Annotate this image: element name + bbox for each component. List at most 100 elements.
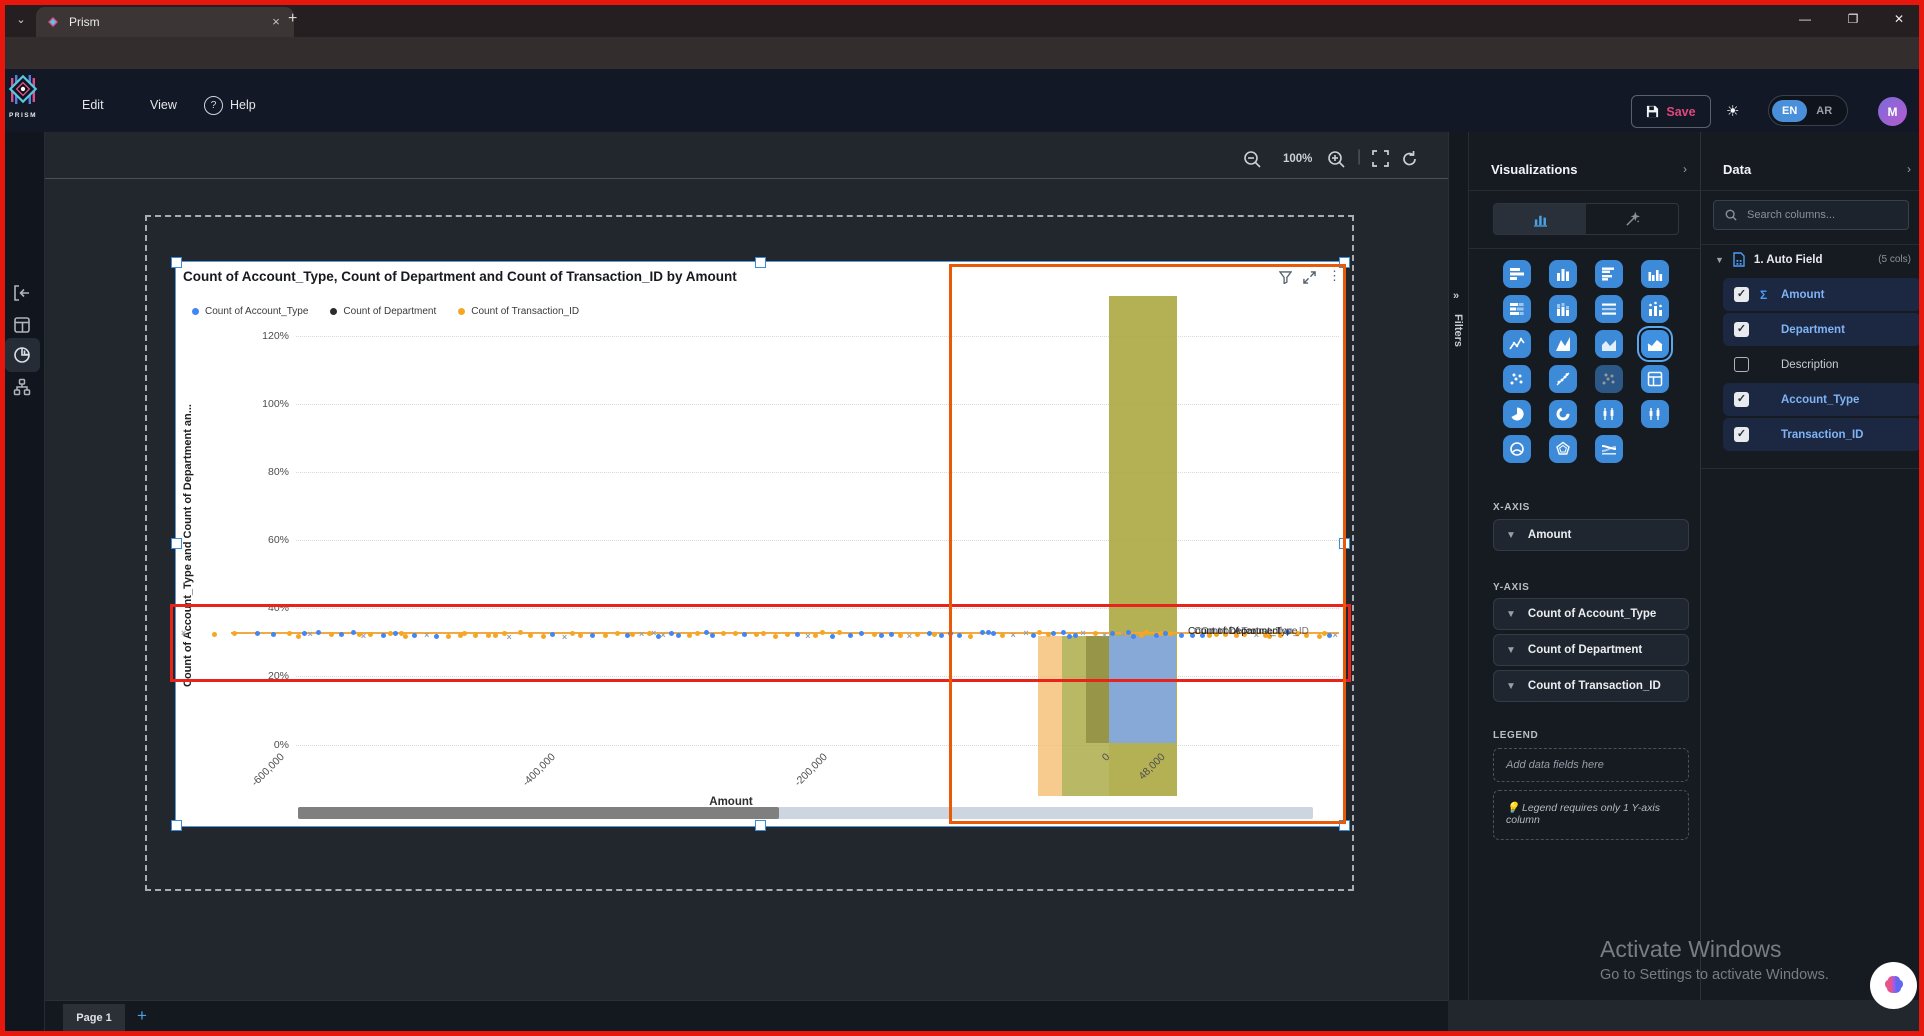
y-tick: 120% (262, 330, 289, 342)
table-matrix-icon[interactable] (1641, 365, 1669, 393)
expand-filters-icon[interactable]: » (1453, 290, 1459, 302)
scatter-plot-icon[interactable] (1503, 365, 1531, 393)
bar-vertical-stacked-icon[interactable] (1549, 295, 1577, 323)
resize-handle-n[interactable] (755, 257, 766, 268)
dashboard-layout-icon[interactable] (13, 316, 31, 334)
fit-screen-icon[interactable] (1372, 150, 1389, 167)
filters-label: Filters (1452, 314, 1464, 348)
bar-vertical-icon[interactable] (1549, 260, 1577, 288)
x-tick: -600,000 (248, 751, 287, 789)
collapse-visualizations-icon[interactable]: › (1683, 162, 1687, 176)
resize-handle-nw[interactable] (171, 257, 182, 268)
chevron-down-icon[interactable]: ▼ (1506, 645, 1516, 656)
chevron-down-icon[interactable]: ▼ (1506, 681, 1516, 692)
zoom-in-icon[interactable] (1327, 150, 1346, 169)
scatter-trend-icon[interactable] (1549, 365, 1577, 393)
radar-icon[interactable] (1549, 435, 1577, 463)
zoom-out-icon[interactable] (1243, 150, 1262, 169)
sankey-icon[interactable] (1595, 435, 1623, 463)
line-chart-icon[interactable] (1503, 330, 1531, 358)
chevron-down-icon[interactable]: ▼ (1506, 609, 1516, 620)
bar-vertical-grouped-icon[interactable] (1641, 260, 1669, 288)
bar-horizontal-stacked-icon[interactable] (1503, 295, 1531, 323)
field-row-transaction-id[interactable]: ✓ΣTransaction_ID (1723, 418, 1921, 451)
theme-toggle-icon[interactable]: ☀ (1726, 102, 1739, 120)
scatter-faded-icon[interactable] (1595, 365, 1623, 393)
user-avatar[interactable]: M (1878, 97, 1907, 126)
reset-view-icon[interactable] (1401, 150, 1418, 167)
y-axis-field-count-account-type[interactable]: ▼ Count of Account_Type (1493, 598, 1689, 630)
window-close-icon[interactable]: ✕ (1884, 9, 1914, 29)
tab-chart-types[interactable] (1494, 204, 1586, 234)
viz-mode-tabs (1493, 203, 1679, 235)
browser-tab[interactable]: Prism × (36, 7, 294, 37)
resize-handle-w[interactable] (171, 538, 182, 549)
browser-tab-strip: ⌄ Prism × + — ❐ ✕ (0, 0, 1924, 37)
language-toggle[interactable]: EN AR (1768, 95, 1848, 126)
save-button[interactable]: Save (1631, 95, 1711, 128)
collapse-panel-icon[interactable] (13, 284, 31, 302)
y-axis-field-count-transaction-id[interactable]: ▼ Count of Transaction_ID (1493, 670, 1689, 702)
checkbox-checked-icon[interactable]: ✓ (1734, 427, 1749, 442)
add-page-icon[interactable]: + (137, 1006, 147, 1026)
tab-close-icon[interactable]: × (268, 14, 284, 30)
active-nav-indicator (2, 342, 5, 368)
legend-dot-transaction-id (458, 308, 466, 315)
x-axis-field-amount[interactable]: ▼ Amount (1493, 519, 1689, 551)
menu-edit[interactable]: Edit (82, 98, 104, 112)
candlestick-icon[interactable] (1595, 400, 1623, 428)
flow-model-icon[interactable] (13, 378, 31, 396)
y-axis-field-count-department[interactable]: ▼ Count of Department (1493, 634, 1689, 666)
area-filled-icon[interactable] (1641, 330, 1669, 358)
area-filled-dark-icon[interactable] (1595, 330, 1623, 358)
field-row-amount[interactable]: ✓ Σ Amount (1723, 278, 1921, 311)
collapse-data-icon[interactable]: › (1907, 162, 1911, 176)
gauge-icon[interactable] (1503, 435, 1531, 463)
field-row-account-type[interactable]: ✓ΣAccount_Type (1723, 383, 1921, 416)
candlestick-grouped-icon[interactable] (1641, 400, 1669, 428)
tab-smart-suggestions[interactable] (1586, 204, 1678, 234)
visualization-pie-icon[interactable] (13, 346, 31, 364)
bar-horizontal-100-icon[interactable] (1595, 295, 1623, 323)
prism-favicon (48, 17, 58, 27)
sigma-icon: Σ (1760, 287, 1768, 302)
search-placeholder: Search columns... (1747, 209, 1836, 221)
donut-chart-icon[interactable] (1549, 400, 1577, 428)
new-tab-icon[interactable]: + (288, 10, 297, 28)
menu-help[interactable]: Help (230, 98, 256, 112)
assistant-floating-button[interactable] (1870, 962, 1917, 1009)
resize-handle-s[interactable] (755, 820, 766, 831)
checkbox-checked-icon[interactable]: ✓ (1734, 322, 1749, 337)
field-row-department[interactable]: ✓ΣDepartment (1723, 313, 1921, 346)
filters-collapsed-panel[interactable]: » Filters (1448, 132, 1469, 1000)
page-tab-1[interactable]: Page 1 (63, 1004, 125, 1034)
area-peaks-icon[interactable] (1549, 330, 1577, 358)
bar-vertical-line-combo-icon[interactable] (1641, 295, 1669, 323)
chevron-down-icon[interactable]: ▼ (1506, 530, 1516, 541)
lang-ar-button[interactable]: AR (1807, 100, 1841, 122)
chevron-down-icon[interactable]: ▼ (1715, 255, 1724, 265)
window-restore-icon[interactable]: ❐ (1838, 9, 1868, 29)
search-columns-input[interactable]: Search columns... (1713, 200, 1909, 230)
y-tick: 0% (273, 739, 289, 751)
menu-view[interactable]: View (150, 98, 177, 112)
field-row-description[interactable]: ΣDescription (1723, 348, 1921, 381)
prism-logo[interactable]: PRISM (6, 74, 40, 130)
chart-scrollbar-thumb[interactable] (298, 807, 779, 819)
pie-chart-icon[interactable] (1503, 400, 1531, 428)
bar-horizontal-icon[interactable] (1503, 260, 1531, 288)
magic-wand-icon (1625, 211, 1640, 226)
legend-drop-zone[interactable]: Add data fields here (1493, 748, 1689, 782)
activate-windows-watermark: Activate Windows Go to Settings to activ… (1600, 936, 1829, 983)
resize-handle-sw[interactable] (171, 820, 182, 831)
tab-search-icon[interactable]: ⌄ (10, 8, 32, 30)
dataset-tree-row[interactable]: ▼ 1. Auto Field (5 cols) (1715, 252, 1911, 267)
window-minimize-icon[interactable]: — (1790, 9, 1820, 29)
legend-section-label: LEGEND (1493, 730, 1539, 741)
bar-horizontal-grouped-icon[interactable] (1595, 260, 1623, 288)
checkbox-unchecked-icon[interactable] (1734, 357, 1749, 372)
checkbox-checked-icon[interactable]: ✓ (1734, 287, 1749, 302)
help-icon[interactable]: ? (204, 96, 223, 115)
checkbox-checked-icon[interactable]: ✓ (1734, 392, 1749, 407)
lang-en-button[interactable]: EN (1772, 99, 1808, 122)
